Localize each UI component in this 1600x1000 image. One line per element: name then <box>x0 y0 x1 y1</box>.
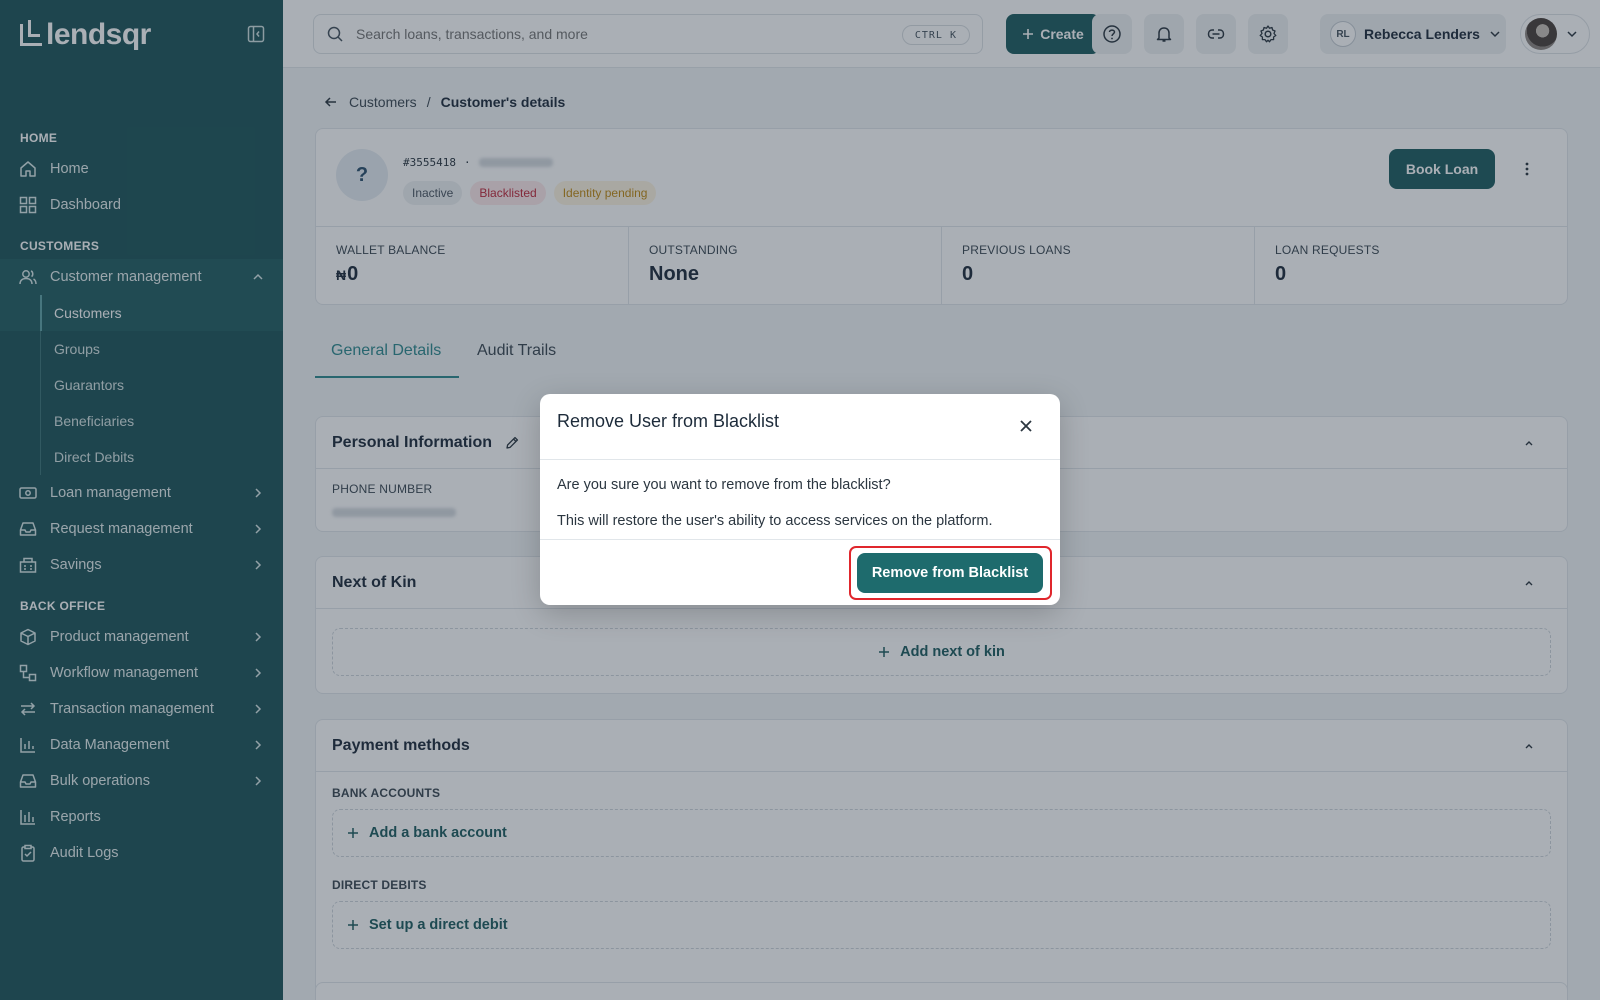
dialog-header: Remove User from Blacklist <box>540 394 1060 460</box>
dialog-title: Remove User from Blacklist <box>557 411 780 431</box>
remove-blacklist-dialog: Remove User from Blacklist Are you sure … <box>540 394 1060 605</box>
modal-backdrop[interactable]: Remove User from Blacklist Are you sure … <box>0 0 1600 1000</box>
close-icon[interactable] <box>1018 418 1034 434</box>
dialog-body: Are you sure you want to remove from the… <box>540 460 1060 540</box>
remove-from-blacklist-button[interactable]: Remove from Blacklist <box>857 553 1043 593</box>
dialog-question: Are you sure you want to remove from the… <box>557 477 891 493</box>
dialog-footer: Remove from Blacklist <box>540 540 1060 604</box>
